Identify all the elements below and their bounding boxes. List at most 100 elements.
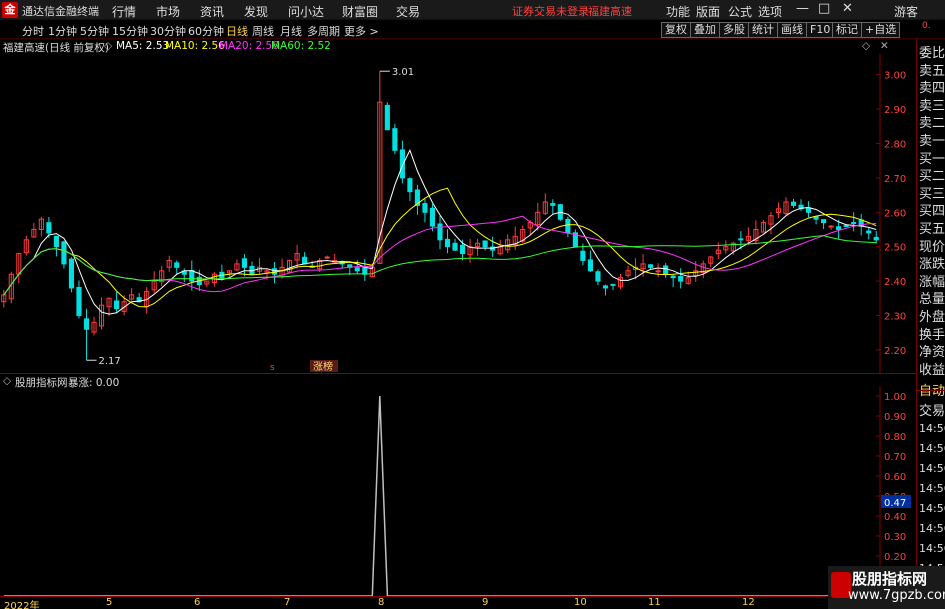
trade-time: 14:56 <box>919 442 945 455</box>
time-label: 12 <box>742 597 755 608</box>
quote-panel-item[interactable]: 卖四 <box>919 77 945 96</box>
ma20-label: MA20: 2.56 <box>219 40 279 52</box>
time-axis: 2022年 5 6 7 8 9 10 11 12 <box>0 596 912 609</box>
candle-body <box>114 300 120 310</box>
diejia-button[interactable]: 叠加 <box>690 22 720 38</box>
quote-panel-item[interactable]: 卖三 <box>919 95 945 114</box>
quote-panel-item[interactable]: 委比 <box>919 42 945 61</box>
price-tick-label: 2.70 <box>884 174 906 185</box>
trade-status-notice[interactable]: 证券交易未登录 <box>512 3 589 19</box>
huaxian-button[interactable]: 画线 <box>777 22 807 38</box>
quote-panel-item[interactable]: 交易 <box>919 400 945 419</box>
menu-banmian[interactable]: 版面 <box>696 3 720 20</box>
quote-panel-item[interactable]: 总量 <box>919 288 945 307</box>
time-label: 10 <box>574 597 587 608</box>
watermark-title: 股朋指标网 <box>852 570 928 588</box>
quote-panel-item[interactable]: 收益 <box>919 359 945 378</box>
candle-body <box>790 201 797 206</box>
period-more[interactable]: 更多 > <box>344 23 379 39</box>
menu-gongshi[interactable]: 公式 <box>728 3 752 20</box>
menu-jiaoyi[interactable]: 交易 <box>396 3 420 20</box>
period-daily[interactable]: 日线 <box>226 23 248 39</box>
duogu-button[interactable]: 多股 <box>719 22 749 38</box>
candle-body <box>324 256 330 259</box>
settings-diamond-icon[interactable]: ◇ <box>862 40 870 52</box>
maximize-icon[interactable]: □ <box>818 1 830 16</box>
quote-panel-item[interactable]: 买五 <box>919 218 945 237</box>
chart-close-icon[interactable]: ✕ <box>880 40 889 52</box>
ma10-label: MA10: 2.56 <box>165 40 225 52</box>
ma-settings-icon[interactable]: ◇ <box>104 40 112 52</box>
period-30min[interactable]: 30分钟 <box>150 23 186 39</box>
quote-panel-item[interactable]: 买二 <box>919 165 945 184</box>
time-label: 6 <box>194 597 201 608</box>
period-fenshi[interactable]: 分时 <box>22 23 44 39</box>
close-icon[interactable]: ✕ <box>842 1 853 16</box>
candle-body <box>429 207 436 227</box>
quote-panel-item[interactable]: 卖二 <box>919 112 945 131</box>
candle-body <box>422 203 428 213</box>
price-tick-label: 2.60 <box>884 208 906 219</box>
add-favorite-button[interactable]: +自选 <box>861 22 901 38</box>
quote-panel-item[interactable]: 换手 <box>919 324 945 343</box>
price-tick-label: 3.00 <box>884 71 906 82</box>
candle-body <box>392 128 398 151</box>
quote-panel-item[interactable]: 卖一 <box>919 130 945 149</box>
quote-panel-item[interactable]: 涨幅 <box>919 271 945 290</box>
candle-body <box>595 271 601 282</box>
menu-shichang[interactable]: 市场 <box>156 3 180 20</box>
indicator-tick-label: 1.00 <box>884 392 906 403</box>
period-monthly[interactable]: 月线 <box>280 23 302 39</box>
fuquan-button[interactable]: 复权 <box>661 22 691 38</box>
stock-name-notice: 福建高速 <box>588 5 632 18</box>
period-toolbar: 分时 1分钟 5分钟 15分钟 30分钟 60分钟 日线 周线 月线 多周期 更… <box>0 21 945 39</box>
indicator-tick-label: 0.20 <box>884 552 906 563</box>
menu-hangqing[interactable]: 行情 <box>112 3 136 20</box>
app-logo-icon: 金 <box>2 2 18 18</box>
period-60min[interactable]: 60分钟 <box>188 23 224 39</box>
f10-button[interactable]: F10 <box>806 22 835 38</box>
period-multi[interactable]: 多周期 <box>307 23 340 39</box>
current-value-label: 0.47 <box>884 498 906 509</box>
quote-panel-item[interactable]: 买一 <box>919 148 945 167</box>
quote-panel-item[interactable]: 涨跌 <box>919 253 945 272</box>
tongji-button[interactable]: 统计 <box>748 22 778 38</box>
biaoji-button[interactable]: 标记 <box>832 22 862 38</box>
candlestick-chart[interactable]: 3.00 2.90 2.80 2.70 2.60 2.50 2.40 2.30 2.20 3.0… <box>0 54 912 374</box>
menu-caifuquan[interactable]: 财富圈 <box>342 3 378 20</box>
time-label: 11 <box>648 597 661 608</box>
candle-body <box>452 242 458 251</box>
quote-panel-item[interactable]: 买四 <box>919 200 945 219</box>
corner-code: 0. <box>922 21 931 31</box>
menu-zixun[interactable]: 资讯 <box>200 3 224 20</box>
indicator-tick-label: 0.80 <box>884 432 906 443</box>
quote-panel: 委比 卖五 卖四 卖三 卖二 卖一 买一 买二 买三 买四 买五 现价 涨跌 涨幅 总量 外盘 换手 净资 收益 自动… <box>916 40 945 609</box>
quote-panel-item[interactable]: 卖五 <box>919 60 945 79</box>
quote-panel-item[interactable]: 净资 <box>919 341 945 360</box>
menu-wenxiaoda[interactable]: 问小达 <box>288 3 324 20</box>
period-weekly[interactable]: 周线 <box>252 23 274 39</box>
period-1min[interactable]: 1分钟 <box>48 23 77 39</box>
candle-body <box>302 256 308 265</box>
period-15min[interactable]: 15分钟 <box>112 23 148 39</box>
indicator-tick-label: 0.30 <box>884 532 906 543</box>
candle-body <box>873 236 879 241</box>
trade-time: 14:56 <box>919 502 945 515</box>
user-label[interactable]: 游客 <box>894 3 918 20</box>
candle-body <box>241 258 248 268</box>
pane-divider <box>0 373 916 374</box>
candle-body <box>663 265 669 275</box>
watermark-url: www.7gpzb.com <box>848 588 945 603</box>
trade-time: 14:56 <box>919 542 945 555</box>
quote-panel-item[interactable]: 外盘 <box>919 306 945 325</box>
menu-xuanxiang[interactable]: 选项 <box>758 3 782 20</box>
quote-panel-item[interactable]: 现价 <box>919 236 945 255</box>
indicator-chart[interactable]: 1.000.900.800.700.600.500.400.300.200.47 <box>0 386 912 596</box>
menu-faxian[interactable]: 发现 <box>244 3 268 20</box>
minimize-icon[interactable]: — <box>796 1 809 16</box>
time-label: 7 <box>284 597 291 608</box>
candle-body <box>565 218 571 234</box>
menu-gongneng[interactable]: 功能 <box>666 3 690 20</box>
quote-panel-item[interactable]: 买三 <box>919 183 945 202</box>
period-5min[interactable]: 5分钟 <box>80 23 109 39</box>
